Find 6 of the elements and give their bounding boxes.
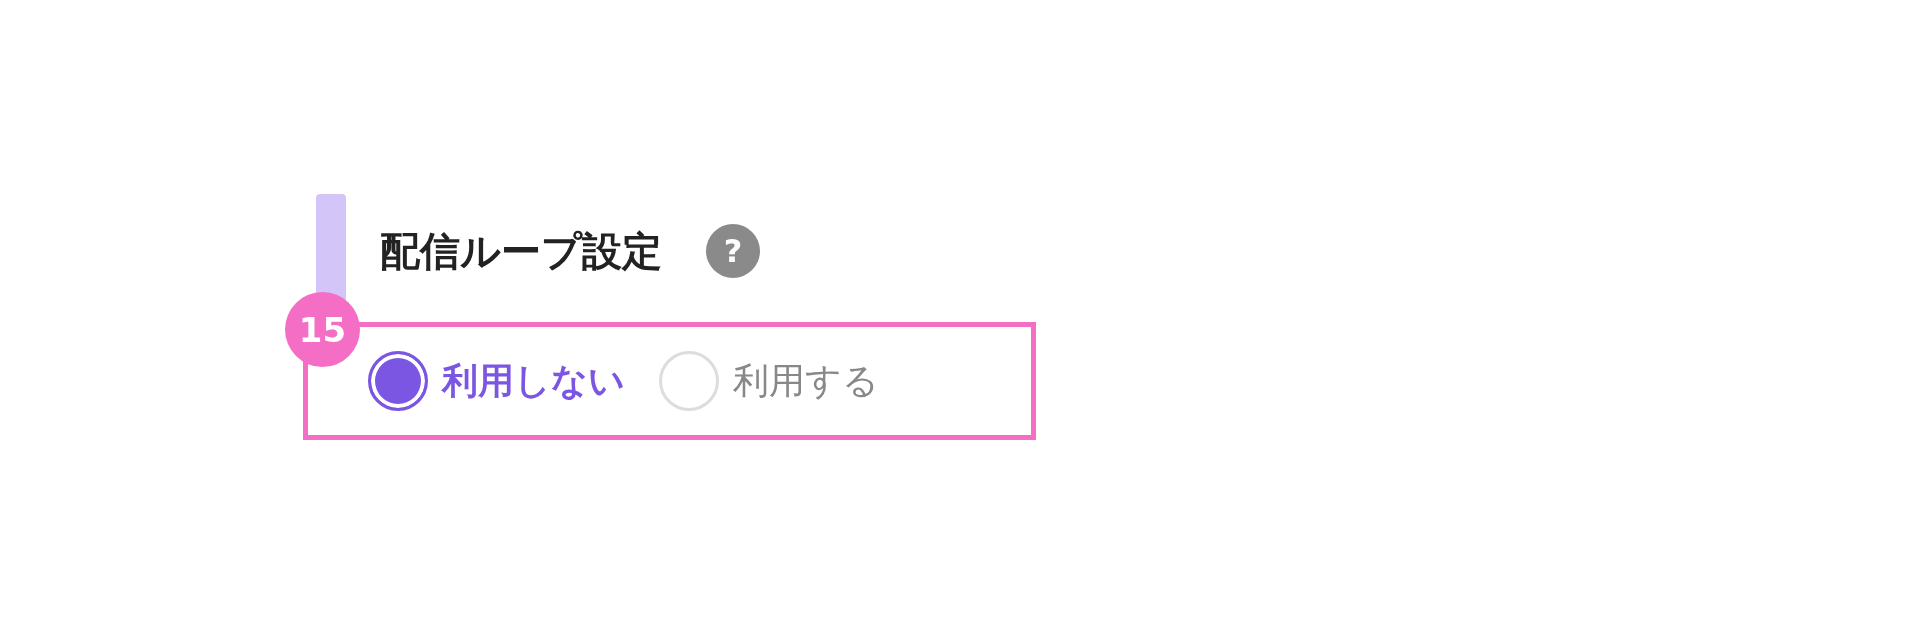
section-title: 配信ループ設定 bbox=[380, 230, 662, 271]
radio-button[interactable] bbox=[368, 351, 428, 411]
radio-label[interactable]: 利用する bbox=[733, 363, 879, 399]
annotation-number: 15 bbox=[285, 292, 360, 367]
radio-label[interactable]: 利用しない bbox=[442, 363, 625, 399]
help-icon[interactable]: ? bbox=[706, 223, 760, 278]
